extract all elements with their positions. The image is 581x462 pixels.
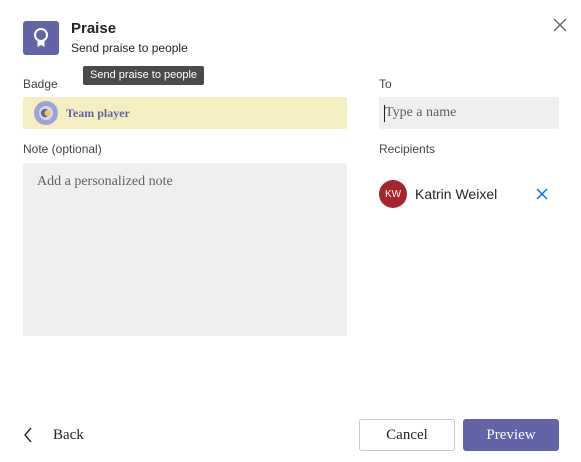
to-label: To — [379, 77, 392, 91]
dialog-title: Praise — [71, 20, 117, 37]
remove-recipient-button[interactable] — [535, 187, 549, 201]
remove-recipient-icon — [536, 188, 548, 200]
note-textarea[interactable] — [23, 163, 347, 336]
back-button[interactable]: Back — [23, 424, 84, 446]
badge-name: Team player — [66, 105, 130, 120]
recipients-label: Recipients — [379, 142, 436, 156]
back-label: Back — [53, 426, 84, 443]
close-icon — [553, 18, 567, 32]
recipient-search-input[interactable] — [379, 97, 559, 129]
team-player-badge-icon — [34, 101, 58, 125]
recipient-name: Katrin Weixel — [415, 186, 498, 202]
tooltip: Send praise to people — [83, 66, 205, 85]
cancel-button[interactable]: Cancel — [359, 419, 455, 451]
preview-button[interactable]: Preview — [463, 419, 559, 451]
chevron-left-icon — [24, 427, 32, 443]
dialog-subtitle: Send praise to people — [71, 41, 188, 55]
note-label: Note (optional) — [23, 142, 102, 156]
badge-label: Badge — [23, 77, 58, 91]
avatar: KW — [379, 180, 407, 208]
praise-app-icon — [23, 21, 59, 55]
badge-selector[interactable]: Team player — [23, 97, 347, 129]
text-caret — [384, 105, 385, 122]
award-ribbon-icon — [34, 28, 48, 47]
recipient-item: KW Katrin Weixel — [379, 179, 559, 209]
close-button[interactable] — [550, 15, 570, 35]
